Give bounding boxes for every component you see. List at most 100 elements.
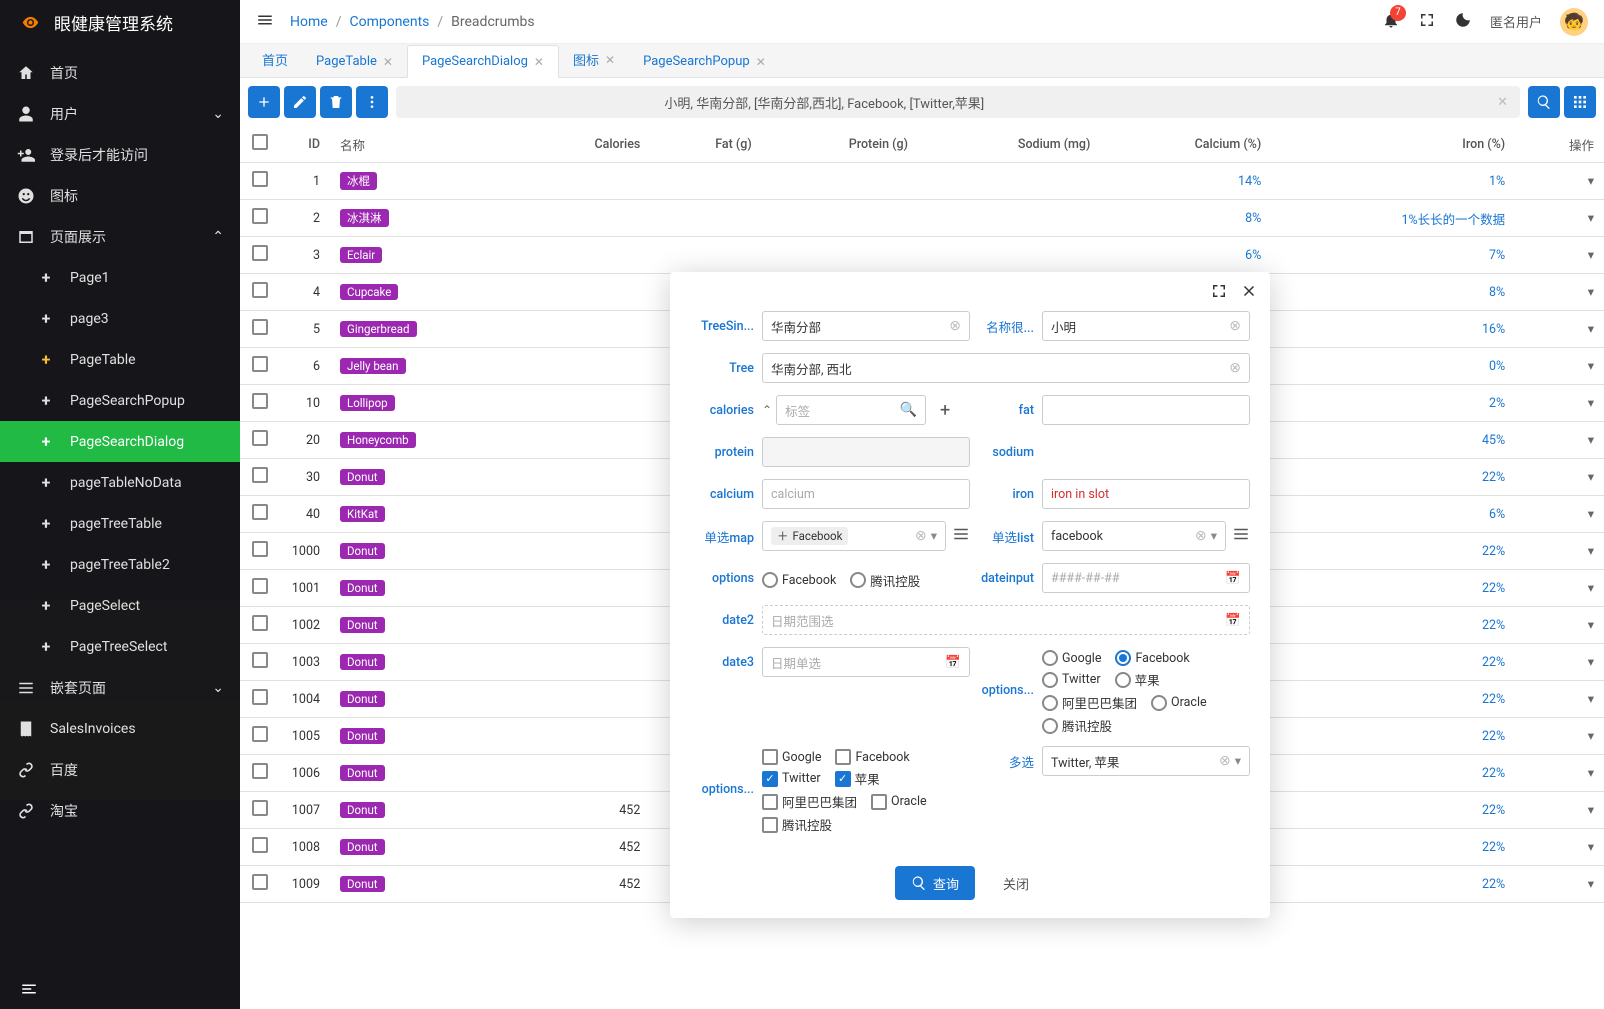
sidebar-subitem-3[interactable]: + PageSearchPopup	[0, 380, 240, 421]
tab-2[interactable]: PageSearchDialog ✕	[407, 45, 559, 78]
calories-input[interactable]: 标签🔍	[776, 395, 926, 425]
clear-icon[interactable]: ⊗	[949, 318, 961, 334]
expand-icon[interactable]: ▾	[1588, 729, 1594, 744]
sidebar-item-2[interactable]: 登录后才能访问	[0, 134, 240, 175]
calendar-icon[interactable]: 📅	[945, 655, 961, 670]
fullscreen-icon[interactable]	[1418, 11, 1436, 33]
nav-collapse[interactable]	[0, 973, 240, 1009]
check-option[interactable]: ✓苹果	[835, 769, 880, 788]
breadcrumb-components[interactable]: Components	[349, 14, 429, 30]
sidebar-bottom-3[interactable]: 淘宝	[0, 790, 240, 831]
expand-icon[interactable]: ▾	[1588, 248, 1594, 263]
tab-4[interactable]: PageSearchPopup ✕	[629, 46, 780, 77]
more-button[interactable]	[356, 86, 388, 118]
close-button[interactable]: 关闭	[987, 866, 1045, 900]
row-checkbox[interactable]	[252, 800, 268, 816]
single-map-select[interactable]: ＋ Facebook⊗▾	[762, 521, 946, 551]
sidebar-subitem-9[interactable]: + PageTreeSelect	[0, 626, 240, 667]
grid-button[interactable]	[1564, 86, 1596, 118]
query-button[interactable]: 查询	[895, 866, 975, 900]
clear-icon[interactable]: ⊗	[1229, 360, 1241, 376]
calcium-input[interactable]: calcium	[762, 479, 970, 509]
sidebar-subitem-8[interactable]: + PageSelect	[0, 585, 240, 626]
list-icon[interactable]	[952, 525, 970, 547]
expand-icon[interactable]: ▾	[1588, 544, 1594, 559]
sidebar-item-0[interactable]: 首页	[0, 52, 240, 93]
expand-icon[interactable]: ▾	[1588, 877, 1594, 892]
expand-icon[interactable]: ▾	[1588, 174, 1594, 189]
delete-button[interactable]	[320, 86, 352, 118]
expand-icon[interactable]: ▾	[1588, 655, 1594, 670]
dateinput[interactable]: ####-##-##📅	[1042, 563, 1250, 593]
breadcrumb-home[interactable]: Home	[290, 14, 328, 30]
check-option[interactable]: 阿里巴巴集团	[762, 792, 857, 811]
row-checkbox[interactable]	[252, 578, 268, 594]
iron-input[interactable]: iron in slot	[1042, 479, 1250, 509]
row-checkbox[interactable]	[252, 430, 268, 446]
hamburger-icon[interactable]	[256, 11, 274, 33]
row-checkbox[interactable]	[252, 615, 268, 631]
calendar-icon[interactable]: 📅	[1225, 613, 1241, 628]
clear-search-icon[interactable]: ✕	[1497, 95, 1508, 110]
sidebar-bottom-0[interactable]: 嵌套页面 ⌄	[0, 667, 240, 708]
expand-icon[interactable]: ▾	[1588, 470, 1594, 485]
row-checkbox[interactable]	[252, 208, 268, 224]
row-checkbox[interactable]	[252, 874, 268, 890]
check-option[interactable]: Google	[762, 749, 821, 765]
radio-option[interactable]: Facebook	[762, 572, 836, 588]
expand-icon[interactable]: ▾	[1588, 692, 1594, 707]
row-checkbox[interactable]	[252, 652, 268, 668]
sidebar-subitem-6[interactable]: + pageTreeTable	[0, 503, 240, 544]
sidebar-subitem-5[interactable]: + pageTableNoData	[0, 462, 240, 503]
row-checkbox[interactable]	[252, 689, 268, 705]
sidebar-subitem-4[interactable]: + PageSearchDialog	[0, 421, 240, 462]
select-all-checkbox[interactable]	[252, 134, 268, 150]
expand-icon[interactable]: ▾	[1588, 359, 1594, 374]
chevron-up-icon[interactable]: ⌃	[762, 403, 772, 417]
radio-option[interactable]: 腾讯控股	[850, 571, 920, 590]
sidebar-subitem-0[interactable]: + Page1	[0, 257, 240, 298]
close-icon[interactable]: ✕	[383, 55, 393, 69]
radio-option[interactable]: 阿里巴巴集团	[1042, 693, 1137, 712]
row-checkbox[interactable]	[252, 319, 268, 335]
expand-icon[interactable]: ▾	[1588, 766, 1594, 781]
row-checkbox[interactable]	[252, 763, 268, 779]
radio-option[interactable]: Twitter	[1042, 672, 1101, 688]
avatar[interactable]: 🧒	[1560, 8, 1588, 36]
name-input[interactable]: 小明⊗	[1042, 311, 1250, 341]
clear-icon[interactable]: ⊗	[1219, 753, 1231, 769]
dialog-close-icon[interactable]	[1240, 282, 1258, 304]
radio-option[interactable]: Google	[1042, 650, 1101, 666]
check-option[interactable]: Facebook	[835, 749, 909, 765]
tree-input[interactable]: 华南分部, 西北⊗	[762, 353, 1250, 383]
expand-icon[interactable]: ▾	[1588, 285, 1594, 300]
search-button[interactable]	[1528, 86, 1560, 118]
row-checkbox[interactable]	[252, 541, 268, 557]
expand-icon[interactable]: ▾	[1588, 433, 1594, 448]
expand-icon[interactable]: ▾	[1588, 507, 1594, 522]
clear-icon[interactable]: ⊗	[1229, 318, 1241, 334]
sidebar-item-4[interactable]: 页面展示 ⌃	[0, 216, 240, 257]
search-icon[interactable]: 🔍	[900, 402, 917, 418]
multi-select[interactable]: Twitter, 苹果⊗▾	[1042, 746, 1250, 776]
expand-icon[interactable]: ▾	[1588, 211, 1594, 226]
row-checkbox[interactable]	[252, 726, 268, 742]
radio-option[interactable]: Oracle	[1151, 695, 1207, 711]
calendar-icon[interactable]: 📅	[1225, 571, 1241, 586]
close-icon[interactable]: ✕	[605, 53, 615, 67]
single-list-select[interactable]: facebook⊗▾	[1042, 521, 1226, 551]
row-checkbox[interactable]	[252, 245, 268, 261]
expand-icon[interactable]: ▾	[1588, 322, 1594, 337]
fat-input[interactable]	[1042, 395, 1250, 425]
search-summary-pill[interactable]: 小明, 华南分部, [华南分部,西北], Facebook, [Twitter,…	[396, 86, 1520, 118]
expand-icon[interactable]: ▾	[1588, 803, 1594, 818]
check-option[interactable]: 腾讯控股	[762, 815, 832, 834]
row-checkbox[interactable]	[252, 393, 268, 409]
row-checkbox[interactable]	[252, 171, 268, 187]
date3-input[interactable]: 日期单选📅	[762, 647, 970, 677]
sidebar-bottom-2[interactable]: 百度	[0, 749, 240, 790]
sidebar-subitem-7[interactable]: + pageTreeTable2	[0, 544, 240, 585]
tab-1[interactable]: PageTable ✕	[302, 46, 407, 77]
expand-icon[interactable]: ▾	[1588, 581, 1594, 596]
row-checkbox[interactable]	[252, 504, 268, 520]
